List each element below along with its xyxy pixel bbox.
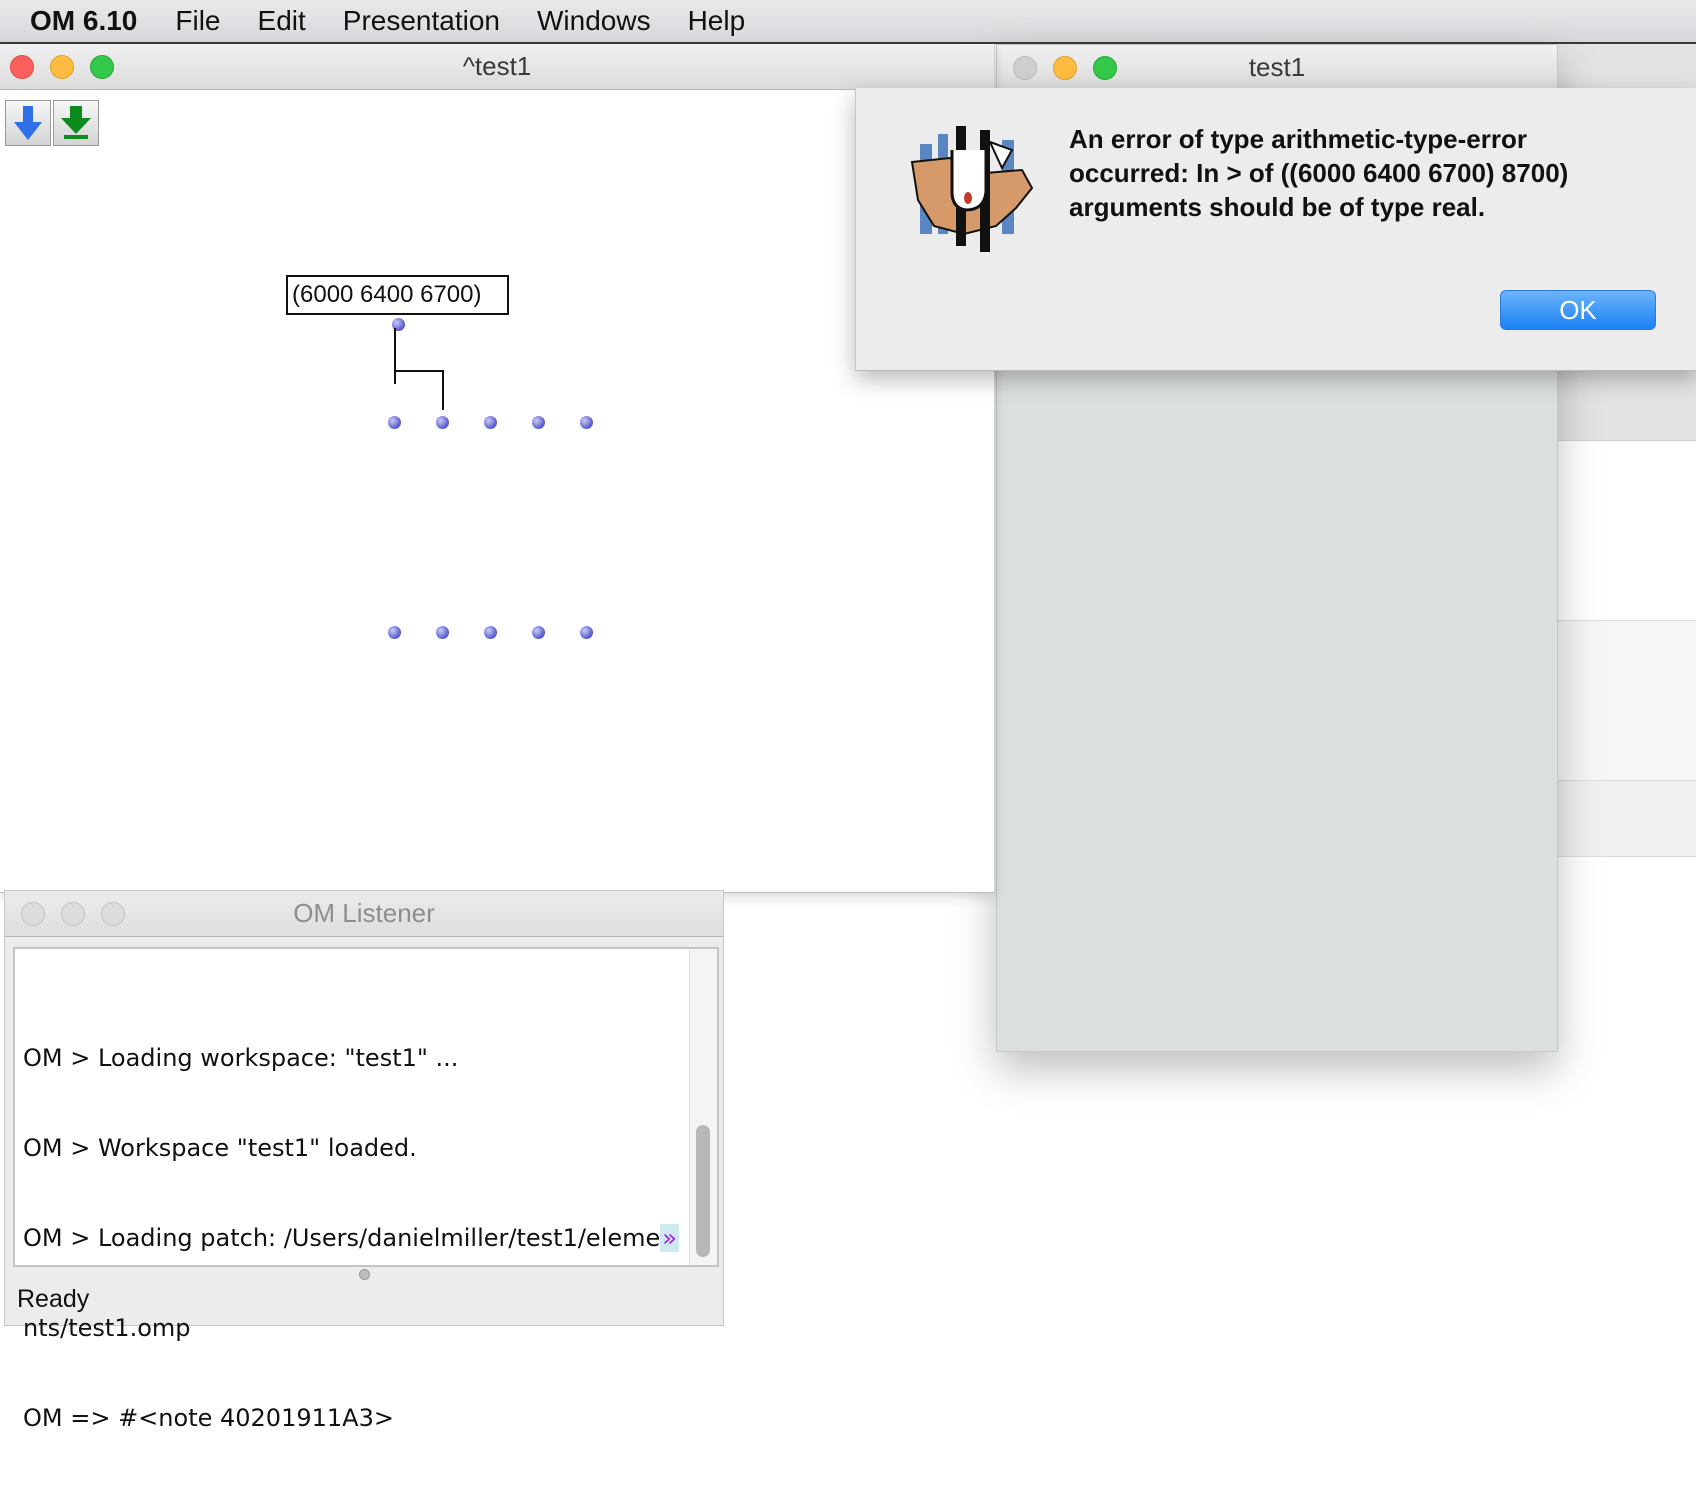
close-icon[interactable] xyxy=(1013,56,1037,80)
side-window-title: test1 xyxy=(1248,52,1306,82)
arrow-down-blue-icon xyxy=(14,106,42,140)
listener-title: OM Listener xyxy=(293,898,435,928)
arrow-down-green-icon xyxy=(61,106,91,139)
console-line-text: OM > Loading patch: /Users/danielmiller/… xyxy=(23,1224,661,1252)
menu-app-name[interactable]: OM 6.10 xyxy=(30,5,137,37)
value-box[interactable]: (6000 6400 6700) xyxy=(286,275,509,315)
connection-wire xyxy=(442,370,444,410)
menu-edit[interactable]: Edit xyxy=(258,5,306,37)
connection-wire xyxy=(394,370,444,372)
zoom-icon[interactable] xyxy=(90,55,114,79)
listener-titlebar[interactable]: OM Listener xyxy=(5,891,723,937)
error-dialog: An error of type arithmetic-type-error o… xyxy=(855,88,1696,371)
line-wrap-marker: » xyxy=(660,1224,679,1252)
box-inlet[interactable] xyxy=(388,416,401,429)
splitter-handle[interactable] xyxy=(359,1269,370,1280)
patch-window-title: ^test1 xyxy=(462,51,532,81)
background-window-strip xyxy=(1556,780,1696,857)
side-window-titlebar[interactable]: test1 xyxy=(997,45,1557,91)
minimize-icon[interactable] xyxy=(50,55,74,79)
background-window-strip xyxy=(1556,620,1696,781)
box-outlet[interactable] xyxy=(388,626,401,639)
console-output: OM > Loading workspace: "test1" ... OM >… xyxy=(23,983,683,1493)
menu-help[interactable]: Help xyxy=(688,5,746,37)
close-icon[interactable] xyxy=(21,902,45,926)
box-inlet[interactable] xyxy=(484,416,497,429)
listener-window: OM Listener OM > Loading workspace: "tes… xyxy=(4,890,724,1432)
close-icon[interactable] xyxy=(10,55,34,79)
console-line: OM > Loading patch: /Users/danielmiller/… xyxy=(23,1223,683,1253)
error-message-line: arguments should be of type real. xyxy=(1069,192,1486,222)
console-scrollbar[interactable] xyxy=(689,949,717,1265)
menu-presentation[interactable]: Presentation xyxy=(343,5,500,37)
patch-window: ^test1 (6000 6400 6700) xyxy=(0,44,995,893)
error-message-line: occurred: In > of ((6000 6400 6700) 8700… xyxy=(1069,158,1569,188)
om-app-icon xyxy=(910,126,1034,252)
console-line: OM > Workspace "test1" loaded. xyxy=(23,1134,417,1162)
box-outlet[interactable] xyxy=(580,626,593,639)
zoom-icon[interactable] xyxy=(1093,56,1117,80)
menu-windows[interactable]: Windows xyxy=(537,5,651,37)
listener-console[interactable]: OM > Loading workspace: "test1" ... OM >… xyxy=(13,947,719,1432)
patch-window-titlebar[interactable]: ^test1 xyxy=(0,44,994,90)
status-text: Ready xyxy=(17,1285,90,1313)
menu-file[interactable]: File xyxy=(175,5,220,37)
box-outlet[interactable] xyxy=(484,626,497,639)
box-inlet[interactable] xyxy=(532,416,545,429)
minimize-icon[interactable] xyxy=(61,902,85,926)
ok-button[interactable]: OK xyxy=(1500,290,1656,330)
console-line: OM > Loading workspace: "test1" ... xyxy=(23,1044,459,1072)
minimize-icon[interactable] xyxy=(1053,56,1077,80)
box-inlet[interactable] xyxy=(580,416,593,429)
toolbar-blue-arrow-button[interactable] xyxy=(5,100,51,146)
scrollbar-thumb[interactable] xyxy=(696,1125,710,1257)
box-outlet[interactable] xyxy=(532,626,545,639)
error-message: An error of type arithmetic-type-error o… xyxy=(1069,122,1649,224)
console-line: nts/test1.omp xyxy=(23,1314,191,1342)
box-inlet[interactable] xyxy=(436,416,449,429)
box-outlet[interactable] xyxy=(436,626,449,639)
console-line: OM => #<note 40201911A3> xyxy=(23,1404,394,1432)
zoom-icon[interactable] xyxy=(101,902,125,926)
toolbar-green-arrow-button[interactable] xyxy=(53,100,99,146)
error-message-line: An error of type arithmetic-type-error xyxy=(1069,124,1527,154)
connection-wire xyxy=(394,328,396,384)
menu-bar: OM 6.10 File Edit Presentation Windows H… xyxy=(0,0,1696,44)
